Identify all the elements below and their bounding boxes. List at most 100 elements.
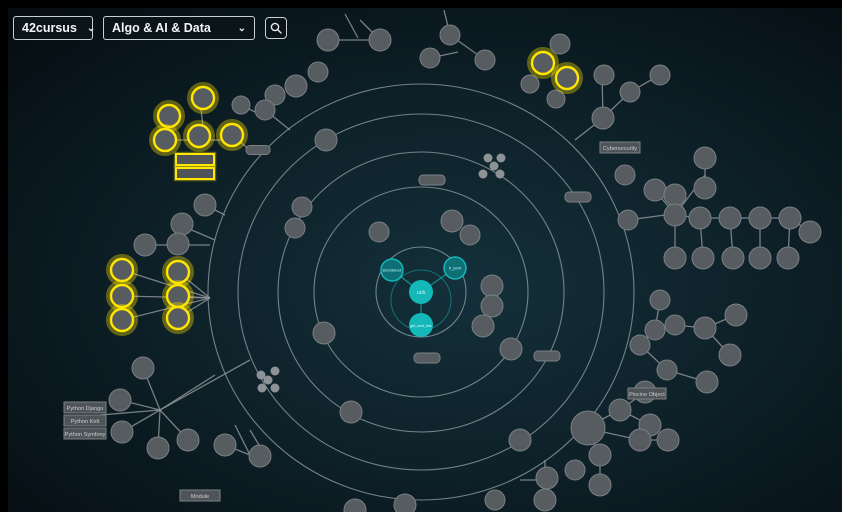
project-node-highlighted[interactable] (165, 305, 191, 331)
project-node[interactable] (146, 436, 170, 460)
cluster-dot[interactable] (478, 169, 488, 179)
project-node[interactable] (724, 303, 748, 327)
holy-graph-canvas[interactable]: Python Django Python Kelt Python Symfony Mo… (8, 8, 842, 512)
project-node[interactable] (691, 246, 715, 270)
project-node[interactable] (776, 246, 800, 270)
project-node[interactable] (343, 498, 367, 512)
project-node[interactable] (614, 164, 636, 186)
project-node[interactable] (591, 106, 615, 130)
project-node[interactable] (693, 176, 717, 200)
project-node[interactable] (628, 428, 652, 452)
project-node[interactable] (368, 28, 392, 52)
project-node[interactable] (108, 388, 132, 412)
cluster-dot[interactable] (270, 366, 280, 376)
project-node[interactable] (629, 334, 651, 356)
cluster-dot[interactable] (257, 383, 267, 393)
project-node-highlighted[interactable] (530, 50, 556, 76)
cluster-dot[interactable] (263, 375, 273, 385)
project-node[interactable] (588, 473, 612, 497)
project-node[interactable] (307, 61, 329, 83)
project-pill[interactable] (418, 174, 446, 186)
project-node[interactable] (393, 493, 417, 512)
project-node[interactable] (499, 337, 523, 361)
project-node[interactable] (718, 206, 742, 230)
cursus-select[interactable]: 42cursus ⌄ (13, 16, 95, 40)
project-pill[interactable] (564, 191, 592, 203)
project-node[interactable] (314, 128, 338, 152)
project-node[interactable] (643, 178, 667, 202)
project-node[interactable] (588, 443, 612, 467)
project-node[interactable] (520, 74, 540, 94)
project-node[interactable] (193, 193, 217, 217)
project-node-highlighted[interactable] (156, 103, 182, 129)
project-node-highlighted[interactable] (165, 259, 191, 285)
project-node[interactable] (440, 209, 464, 233)
project-node[interactable] (570, 410, 606, 446)
project-node[interactable] (693, 146, 717, 170)
project-node[interactable] (133, 233, 157, 257)
project-node[interactable] (248, 444, 272, 468)
project-node[interactable] (368, 221, 390, 243)
search-button[interactable] (265, 17, 287, 39)
project-node[interactable] (284, 74, 308, 98)
project-node[interactable] (663, 183, 687, 207)
project-node-highlighted[interactable] (109, 307, 135, 333)
project-node[interactable] (748, 246, 772, 270)
project-node[interactable] (748, 206, 772, 230)
branch-select[interactable]: Algo & AI & Data ⌄ (103, 16, 255, 40)
project-node[interactable] (688, 206, 712, 230)
project-node[interactable] (608, 398, 632, 422)
project-node[interactable] (721, 246, 745, 270)
project-node-highlighted[interactable] (109, 283, 135, 309)
project-node[interactable] (170, 212, 194, 236)
project-node[interactable] (664, 314, 686, 336)
project-node[interactable] (213, 433, 237, 457)
project-node[interactable] (649, 64, 671, 86)
cluster-dot[interactable] (270, 383, 280, 393)
project-node[interactable] (131, 356, 155, 380)
project-node-highlighted[interactable] (152, 127, 178, 153)
project-node[interactable] (693, 316, 717, 340)
cluster-dot[interactable] (495, 169, 505, 179)
project-node[interactable] (533, 488, 557, 512)
project-node[interactable] (535, 466, 559, 490)
project-node[interactable] (656, 428, 680, 452)
project-node-highlighted[interactable] (190, 85, 216, 111)
project-node[interactable] (549, 33, 571, 55)
project-node[interactable] (291, 196, 313, 218)
module-box-highlighted[interactable] (175, 153, 215, 166)
project-node[interactable] (649, 289, 671, 311)
project-node[interactable] (419, 47, 441, 69)
project-node[interactable] (459, 224, 481, 246)
project-node[interactable] (254, 99, 276, 121)
project-node[interactable] (480, 294, 504, 318)
project-node[interactable] (718, 343, 742, 367)
project-node[interactable] (663, 246, 687, 270)
project-node[interactable] (617, 209, 639, 231)
project-node[interactable] (312, 321, 336, 345)
project-node[interactable] (339, 400, 363, 424)
cluster-dot[interactable] (496, 153, 506, 163)
project-node[interactable] (110, 420, 134, 444)
project-node[interactable] (663, 203, 687, 227)
project-node-highlighted[interactable] (219, 122, 245, 148)
project-node[interactable] (593, 64, 615, 86)
project-node-highlighted[interactable] (554, 65, 580, 91)
project-node[interactable] (798, 220, 822, 244)
project-node[interactable] (474, 49, 496, 71)
cluster-dot[interactable] (483, 153, 493, 163)
project-node[interactable] (695, 370, 719, 394)
project-node[interactable] (619, 81, 641, 103)
project-node[interactable] (231, 95, 251, 115)
module-box-highlighted[interactable] (175, 167, 215, 180)
project-node[interactable] (480, 274, 504, 298)
project-node-highlighted[interactable] (109, 257, 135, 283)
project-node[interactable] (644, 319, 666, 341)
project-node[interactable] (778, 206, 802, 230)
project-node[interactable] (656, 359, 678, 381)
project-pill[interactable] (413, 352, 441, 364)
project-node[interactable] (484, 489, 506, 511)
project-node[interactable] (166, 232, 190, 256)
project-node-highlighted[interactable] (186, 123, 212, 149)
project-node[interactable] (471, 314, 495, 338)
